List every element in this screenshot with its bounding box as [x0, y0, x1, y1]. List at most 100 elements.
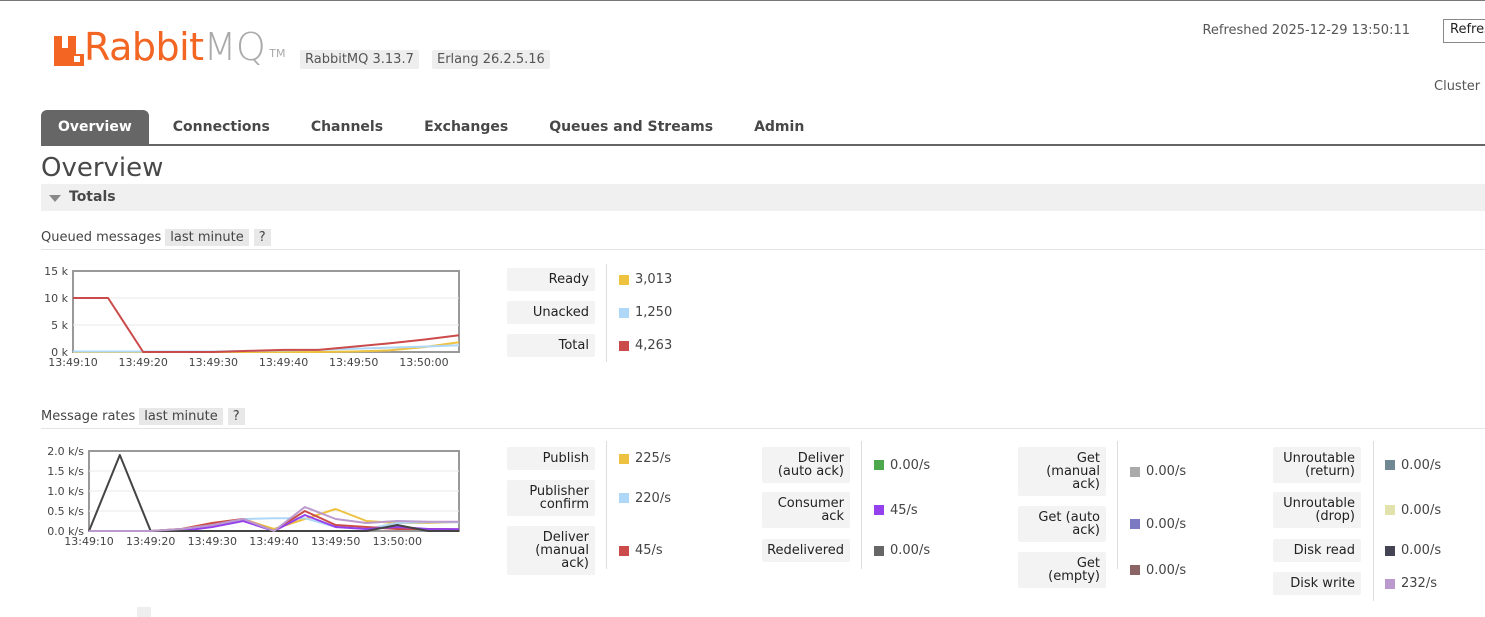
legend-toggle-get-empty[interactable]: Get (empty): [1018, 552, 1106, 588]
logo-rabbit-text: Rabbit: [84, 25, 204, 69]
legend-value-get-empty: 0.00/s: [1130, 552, 1186, 588]
collapse-triangle-icon: [49, 195, 61, 202]
legend-toggle-consumer-ack[interactable]: Consumer ack: [762, 492, 850, 528]
legend-value-text: 232/s: [1401, 576, 1437, 591]
legend-toggle-unroutable-drop[interactable]: Unroutable (drop): [1273, 492, 1361, 528]
queued-range-selector[interactable]: last minute: [165, 229, 249, 246]
x-tick-label: 13:49:40: [259, 356, 308, 369]
legend-swatch: [1385, 578, 1395, 589]
x-tick-label: 13:49:50: [311, 535, 360, 548]
legend-toggle-unacked[interactable]: Unacked: [507, 301, 595, 324]
legend-toggle-total[interactable]: Total: [507, 334, 595, 357]
legend-toggle-unroutable-return[interactable]: Unroutable (return): [1273, 447, 1361, 483]
tab-exchanges[interactable]: Exchanges: [407, 110, 525, 145]
tab-connections[interactable]: Connections: [156, 110, 287, 145]
legend-swatch: [619, 307, 629, 318]
queued-messages-chart: 0 k5 k 10 k 15 k 13:49:10 13:49:20 13:49:30 13…: [0, 260, 470, 380]
legend-value-text: 0.00/s: [1146, 464, 1187, 479]
tab-admin[interactable]: Admin: [737, 110, 821, 145]
legend-value-text: 3,013: [635, 272, 673, 287]
y-tick-label: 2.0 k/s: [47, 445, 84, 458]
rates-range-selector[interactable]: last minute: [139, 408, 223, 425]
legend-value-get-manual-ack: 0.00/s: [1130, 447, 1186, 496]
legend-swatch: [619, 340, 629, 351]
legend-toggle-get-manual-ack[interactable]: Get (manual ack): [1018, 447, 1106, 496]
legend-toggle-deliver-manual-ack[interactable]: Deliver (manual ack): [507, 526, 595, 575]
x-tick-label: 13:49:10: [64, 535, 113, 548]
next-section-swatch: [137, 607, 151, 617]
legend-value-total: 4,263: [619, 334, 672, 357]
legend-value-publish: 225/s: [619, 447, 671, 470]
legend-swatch: [1385, 505, 1395, 515]
x-tick-label: 13:49:20: [126, 535, 175, 548]
legend-value-ready: 3,013: [619, 268, 672, 291]
legend-swatch: [874, 460, 884, 470]
legend-value-text: 45/s: [635, 543, 663, 558]
legend-value-deliver-manual-ack: 45/s: [619, 526, 663, 575]
y-tick-label: 15 k: [44, 265, 68, 278]
totals-section-toggle[interactable]: Totals: [41, 184, 1485, 211]
tab-overview[interactable]: Overview: [41, 110, 149, 145]
refresh-interval-select[interactable]: Refresh every 5 seconds: [1443, 19, 1485, 43]
rabbitmq-logo[interactable]: Rabbit MQ TM: [54, 28, 285, 66]
tabs-divider: [41, 144, 1485, 146]
legend-toggle-get-auto-ack[interactable]: Get (auto ack): [1018, 506, 1106, 542]
tab-channels[interactable]: Channels: [294, 110, 400, 145]
legend-value-text: 225/s: [635, 451, 671, 466]
page-title: Overview: [41, 153, 164, 183]
legend-value-text: 0.00/s: [1401, 502, 1442, 518]
legend-toggle-disk-write[interactable]: Disk write: [1273, 572, 1361, 595]
queued-messages-title: Queued messages: [41, 230, 162, 245]
legend-value-text: 0.00/s: [1146, 516, 1187, 532]
tab-queues-and-streams[interactable]: Queues and Streams: [532, 110, 730, 145]
legend-separator: [606, 441, 607, 569]
legend-value-unacked: 1,250: [619, 301, 672, 324]
x-tick-label: 13:49:20: [118, 356, 167, 369]
legend-toggle-redelivered[interactable]: Redelivered: [762, 539, 850, 562]
rates-help-button[interactable]: ?: [227, 408, 245, 425]
legend-value-get-auto-ack: 0.00/s: [1130, 506, 1186, 542]
logo-tm: TM: [269, 47, 286, 60]
legend-value-disk-write: 232/s: [1385, 572, 1437, 595]
x-tick-label: 13:50:00: [399, 356, 448, 369]
x-tick-label: 13:49:30: [189, 356, 238, 369]
rates-divider: [41, 428, 1485, 429]
legend-value-text: 0.00/s: [1401, 457, 1442, 473]
y-tick-label: 0.5 k/s: [47, 505, 84, 518]
legend-toggle-deliver-auto-ack[interactable]: Deliver (auto ack): [762, 447, 850, 483]
rabbitmq-version-badge: RabbitMQ 3.13.7: [300, 50, 419, 69]
x-tick-label: 13:50:00: [373, 535, 422, 548]
legend-toggle-publisher-confirm[interactable]: Publisher confirm: [507, 480, 595, 516]
legend-value-publisher-confirm: 220/s: [619, 480, 671, 516]
queued-messages-chart-svg: 0 k5 k10 k15 k13:49:10 13:49:20 13:49:30 13…: [44, 265, 460, 369]
queued-help-button[interactable]: ?: [253, 229, 271, 246]
queued-divider: [41, 249, 1485, 250]
legend-swatch: [874, 545, 884, 556]
legend-separator: [606, 264, 607, 362]
legend-value-text: 0.00/s: [1401, 543, 1442, 558]
message-rates-chart: 0.0 k/s 0.5 k/s 1.0 k/s 1.5 k/s 2.0 k/s 13:49…: [0, 440, 470, 560]
legend-separator: [1373, 441, 1374, 601]
queued-messages-heading: Queued messages last minute ?: [41, 229, 271, 246]
legend-toggle-publish[interactable]: Publish: [507, 447, 595, 470]
legend-value-unroutable-return: 0.00/s: [1385, 447, 1441, 483]
y-tick-label: 1.5 k/s: [47, 465, 84, 478]
legend-value-text: 0.00/s: [890, 457, 931, 473]
legend-toggle-ready[interactable]: Ready: [507, 268, 595, 291]
legend-swatch: [619, 453, 629, 464]
message-rates-heading: Message rates last minute ?: [41, 408, 245, 425]
legend-value-text: 0.00/s: [1146, 562, 1187, 578]
logo-mq-text: MQ: [203, 25, 266, 69]
x-tick-label: 13:49:30: [188, 535, 237, 548]
legend-value-disk-read: 0.00/s: [1385, 539, 1441, 562]
legend-swatch: [619, 545, 629, 556]
legend-toggle-disk-read[interactable]: Disk read: [1273, 539, 1361, 562]
legend-value-redelivered: 0.00/s: [874, 539, 930, 562]
y-tick-label: 1.0 k/s: [47, 485, 84, 498]
erlang-version-badge: Erlang 26.2.5.16: [432, 50, 550, 69]
legend-value-text: 220/s: [635, 490, 671, 506]
x-tick-label: 13:49:10: [48, 356, 97, 369]
cluster-label: Cluster: [1434, 79, 1481, 94]
legend-swatch: [619, 493, 629, 503]
legend-value-text: 1,250: [635, 305, 673, 320]
